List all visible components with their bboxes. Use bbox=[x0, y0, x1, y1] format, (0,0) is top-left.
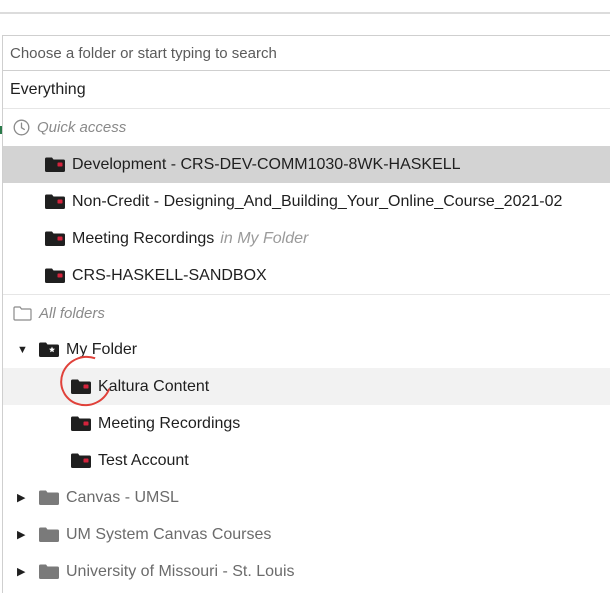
folder-location-hint: in My Folder bbox=[220, 229, 309, 247]
quick-access-heading: Quick access bbox=[3, 109, 610, 146]
quick-access-item-label: CRS-HASKELL-SANDBOX bbox=[72, 266, 267, 284]
quick-access-item[interactable]: Development - CRS-DEV-COMM1030-8WK-HASKE… bbox=[3, 146, 610, 183]
quick-access-item-label: Development - CRS-DEV-COMM1030-8WK-HASKE… bbox=[72, 155, 461, 173]
media-folder-icon bbox=[45, 157, 65, 172]
tree-item-um-system[interactable]: ▶ UM System Canvas Courses bbox=[3, 516, 610, 553]
quick-access-item-label: Meeting Recordings bbox=[72, 229, 215, 247]
top-divider bbox=[0, 12, 610, 14]
tree-item-kaltura-content[interactable]: Kaltura Content bbox=[3, 368, 610, 405]
tree-item-umsl[interactable]: ▶ University of Missouri - St. Louis bbox=[3, 553, 610, 590]
media-folder-icon bbox=[45, 231, 65, 246]
tree-item-label: Canvas - UMSL bbox=[66, 488, 179, 506]
all-folders-label: All folders bbox=[39, 304, 105, 322]
quick-access-item[interactable]: Non-Credit - Designing_And_Building_Your… bbox=[3, 183, 610, 220]
folder-search-input[interactable] bbox=[10, 44, 610, 62]
tree-item-canvas-umsl[interactable]: ▶ Canvas - UMSL bbox=[3, 479, 610, 516]
tree-item-label: UM System Canvas Courses bbox=[66, 525, 272, 543]
media-folder-icon bbox=[71, 379, 91, 394]
media-folder-icon bbox=[71, 453, 91, 468]
tree-item-label: Test Account bbox=[98, 451, 189, 469]
folder-icon bbox=[39, 527, 59, 542]
everything-option[interactable]: Everything bbox=[3, 71, 610, 109]
caret-right-icon[interactable]: ▶ bbox=[17, 528, 39, 541]
tree-item-test-account[interactable]: Test Account bbox=[3, 442, 610, 479]
tree-item-label: My Folder bbox=[66, 340, 138, 358]
folder-icon bbox=[39, 564, 59, 579]
quick-access-label: Quick access bbox=[37, 119, 127, 136]
search-bar[interactable] bbox=[3, 36, 610, 71]
clock-icon bbox=[13, 119, 30, 136]
tree-item-label: Kaltura Content bbox=[98, 377, 210, 395]
caret-right-icon[interactable]: ▶ bbox=[17, 491, 39, 504]
tree-item-my-folder[interactable]: ▼ My Folder bbox=[3, 331, 610, 368]
folder-icon bbox=[39, 490, 59, 505]
media-folder-icon bbox=[45, 268, 65, 283]
caret-down-icon[interactable]: ▼ bbox=[17, 344, 39, 356]
folder-picker-panel: Everything Quick access Development - CR… bbox=[2, 35, 610, 593]
media-folder-icon bbox=[71, 416, 91, 431]
everything-label: Everything bbox=[10, 80, 86, 98]
all-folders-heading: All folders bbox=[3, 294, 610, 331]
folder-outline-icon bbox=[13, 305, 32, 321]
tree-item-label: University of Missouri - St. Louis bbox=[66, 562, 295, 580]
quick-access-item[interactable]: CRS-HASKELL-SANDBOX bbox=[3, 257, 610, 294]
quick-access-item-label: Non-Credit - Designing_And_Building_Your… bbox=[72, 192, 563, 210]
quick-access-item[interactable]: Meeting Recordings in My Folder bbox=[3, 220, 610, 257]
tree-item-label: Meeting Recordings bbox=[98, 414, 241, 432]
star-folder-icon bbox=[39, 342, 59, 357]
caret-right-icon[interactable]: ▶ bbox=[17, 565, 39, 578]
tree-item-meeting-recordings[interactable]: Meeting Recordings bbox=[3, 405, 610, 442]
media-folder-icon bbox=[45, 194, 65, 209]
